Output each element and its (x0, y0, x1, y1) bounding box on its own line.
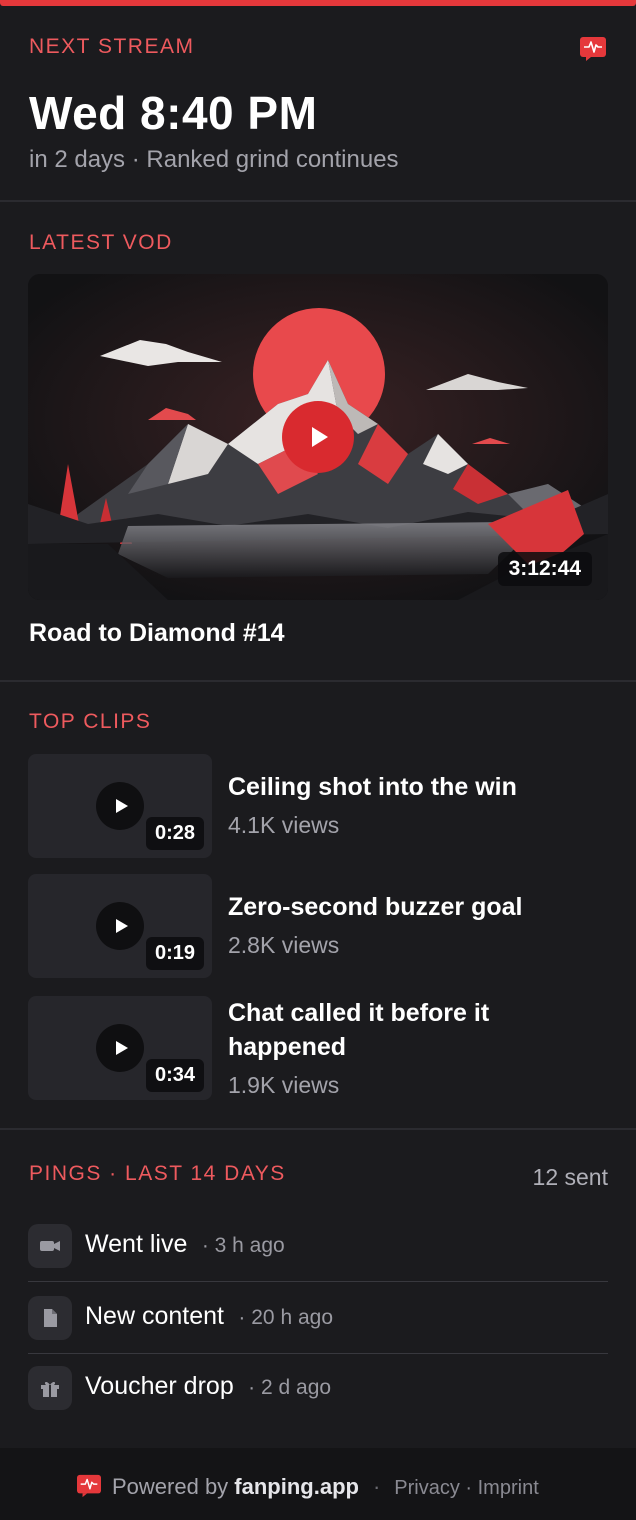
clip-title[interactable]: Chat called it before it happened (228, 996, 588, 1064)
top-clips-heading: TOP CLIPS (29, 710, 152, 733)
vod-thumbnail[interactable]: 3:12:44 (28, 274, 608, 600)
next-stream-heading: NEXT STREAM (29, 35, 195, 58)
clip-views: 2.8K views (228, 932, 340, 958)
ping-text: Went live · 3 h ago (85, 1230, 285, 1259)
ping-time: · 2 d ago (248, 1376, 332, 1399)
pings-section: PINGS · LAST 14 DAYS 12 sent Went live ·… (0, 1130, 636, 1448)
latest-vod-heading: LATEST VOD (29, 231, 173, 254)
ping-text: Voucher drop · 2 d ago (85, 1372, 331, 1401)
next-stream-section: NEXT STREAM Wed 8:40 PM in 2 days · Rank… (0, 6, 636, 202)
play-icon[interactable] (96, 782, 144, 830)
clip-item[interactable]: 0:34 Chat called it before it happened 1… (28, 996, 608, 1100)
latest-vod-section: LATEST VOD 3:12:44 Road to Diamond #14 (0, 202, 636, 682)
next-stream-time: Wed 8:40 PM (29, 87, 318, 139)
play-icon[interactable] (282, 401, 354, 473)
play-icon[interactable] (96, 1024, 144, 1072)
clip-title[interactable]: Zero-second buzzer goal (228, 890, 588, 924)
clip-thumbnail[interactable]: 0:19 (28, 874, 212, 978)
pings-sent-count: 12 sent (532, 1164, 608, 1190)
ping-label: Went live (85, 1230, 188, 1258)
pulse-icon (77, 1474, 101, 1498)
pings-heading: PINGS · LAST 14 DAYS (29, 1162, 286, 1185)
footer-legal-links[interactable]: Privacy · Imprint (394, 1477, 538, 1499)
pulse-icon (580, 37, 606, 61)
ping-item: Went live · 3 h ago (28, 1210, 608, 1282)
video-camera-icon (28, 1224, 72, 1268)
ping-time: · 3 h ago (201, 1234, 285, 1257)
clip-thumbnail[interactable]: 0:34 (28, 996, 212, 1100)
clip-item[interactable]: 0:19 Zero-second buzzer goal 2.8K views (28, 874, 608, 978)
ping-text: New content · 20 h ago (85, 1302, 333, 1331)
clip-views: 4.1K views (228, 812, 340, 838)
ping-time: · 20 h ago (238, 1306, 333, 1329)
ping-item: Voucher drop · 2 d ago (28, 1352, 608, 1424)
clip-duration: 0:28 (145, 817, 204, 850)
clip-duration: 0:34 (145, 1059, 204, 1092)
footer: Powered by fanping.app · Privacy · Imprint (0, 1448, 636, 1520)
vod-title[interactable]: Road to Diamond #14 (29, 619, 285, 648)
gift-icon (28, 1366, 72, 1410)
next-stream-subline: in 2 days · Ranked grind continues (29, 146, 399, 173)
footer-separator: · (372, 1474, 381, 1499)
ping-label: Voucher drop (85, 1372, 234, 1400)
clip-item[interactable]: 0:28 Ceiling shot into the win 4.1K view… (28, 754, 608, 858)
vod-duration: 3:12:44 (497, 552, 592, 586)
ping-label: New content (85, 1302, 224, 1330)
clip-thumbnail[interactable]: 0:28 (28, 754, 212, 858)
footer-brand-link[interactable]: fanping.app (234, 1474, 359, 1499)
clip-views: 1.9K views (228, 1072, 340, 1098)
document-icon (28, 1296, 72, 1340)
clip-duration: 0:19 (145, 937, 204, 970)
footer-powered-prefix: Powered by (112, 1474, 235, 1499)
clip-title[interactable]: Ceiling shot into the win (228, 770, 588, 804)
top-clips-section: TOP CLIPS 0:28 Ceiling shot into the win… (0, 682, 636, 1130)
play-icon[interactable] (96, 902, 144, 950)
ping-item: New content · 20 h ago (28, 1282, 608, 1354)
footer-content: Powered by fanping.app · Privacy · Imprint (76, 1474, 539, 1500)
